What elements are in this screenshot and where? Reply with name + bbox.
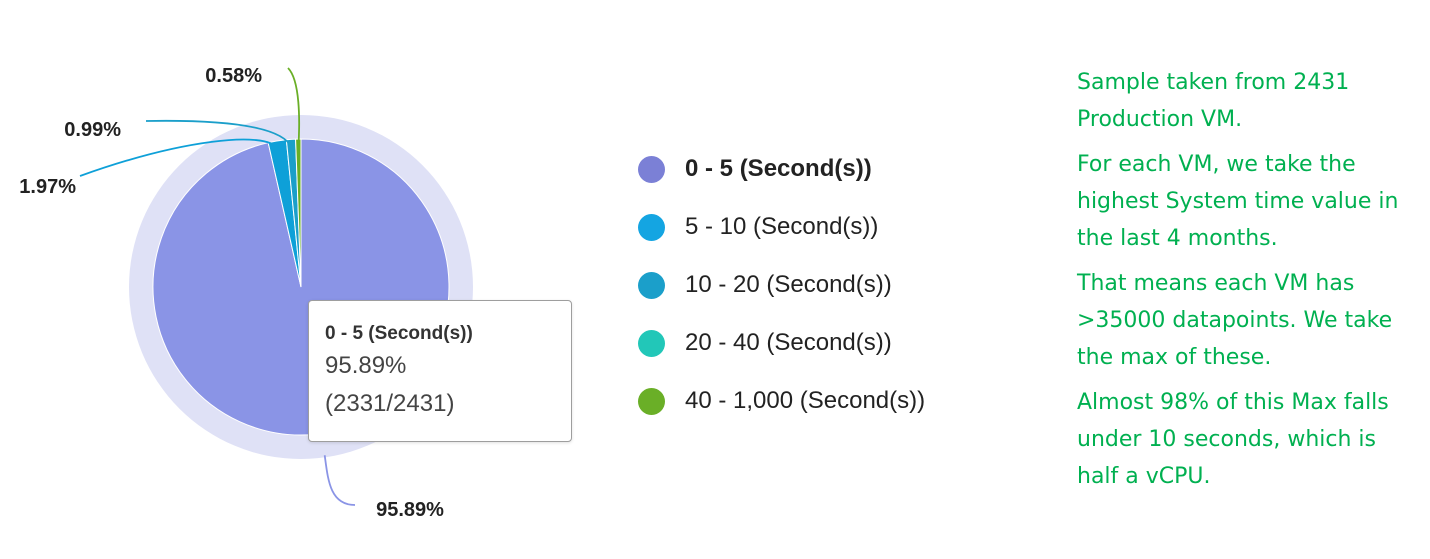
note-method: For each VM, we take the highest System … [1077, 152, 1399, 251]
legend-label-0-5: 0 - 5 (Second(s)) [685, 155, 872, 182]
legend-item-5-10[interactable]: 5 - 10 (Second(s)) [638, 198, 925, 256]
legend-item-20-40[interactable]: 20 - 40 (Second(s)) [638, 314, 925, 372]
note-conclusion: Almost 98% of this Max falls under 10 se… [1077, 390, 1389, 489]
annotation-notes: Sample taken from 2431 Production VM. Fo… [1077, 64, 1417, 503]
data-label-1: 1.97% [19, 176, 76, 198]
chart-legend: 0 - 5 (Second(s)) 5 - 10 (Second(s)) 10 … [638, 140, 925, 430]
legend-label-40-1000: 40 - 1,000 (Second(s)) [685, 387, 926, 414]
tooltip-percent: 95.89% [325, 352, 407, 379]
tooltip-title: 0 - 5 (Second(s)) [325, 323, 473, 344]
legend-swatch-0-5 [638, 155, 665, 183]
legend-label-20-40: 20 - 40 (Second(s)) [685, 329, 892, 356]
leader-line-0 [323, 455, 356, 506]
data-label-2: 0.99% [64, 119, 121, 141]
chart-canvas: 95.89% 1.97% 0.99% 0.58% 0 - 5 (Second(s)) … [0, 0, 1430, 559]
data-label-4: 0.58% [205, 65, 262, 87]
legend-item-40-1000[interactable]: 40 - 1,000 (Second(s)) [638, 372, 925, 430]
legend-swatch-5-10 [638, 213, 665, 241]
legend-label-10-20: 10 - 20 (Second(s)) [685, 271, 892, 298]
tooltip-count: (2331/2431) [325, 390, 455, 417]
data-label-0: 95.89% [376, 499, 444, 521]
legend-swatch-20-40 [638, 329, 665, 357]
legend-item-10-20[interactable]: 10 - 20 (Second(s)) [638, 256, 925, 314]
legend-swatch-40-1000 [638, 387, 665, 415]
chart-tooltip: 0 - 5 (Second(s)) 95.89% (2331/2431) [308, 300, 572, 442]
note-sample: Sample taken from 2431 Production VM. [1077, 70, 1350, 132]
note-datapoints: That means each VM has >35000 datapoints… [1077, 271, 1393, 370]
legend-item-0-5[interactable]: 0 - 5 (Second(s)) [638, 140, 925, 198]
legend-swatch-10-20 [638, 271, 665, 299]
legend-label-5-10: 5 - 10 (Second(s)) [685, 213, 879, 240]
